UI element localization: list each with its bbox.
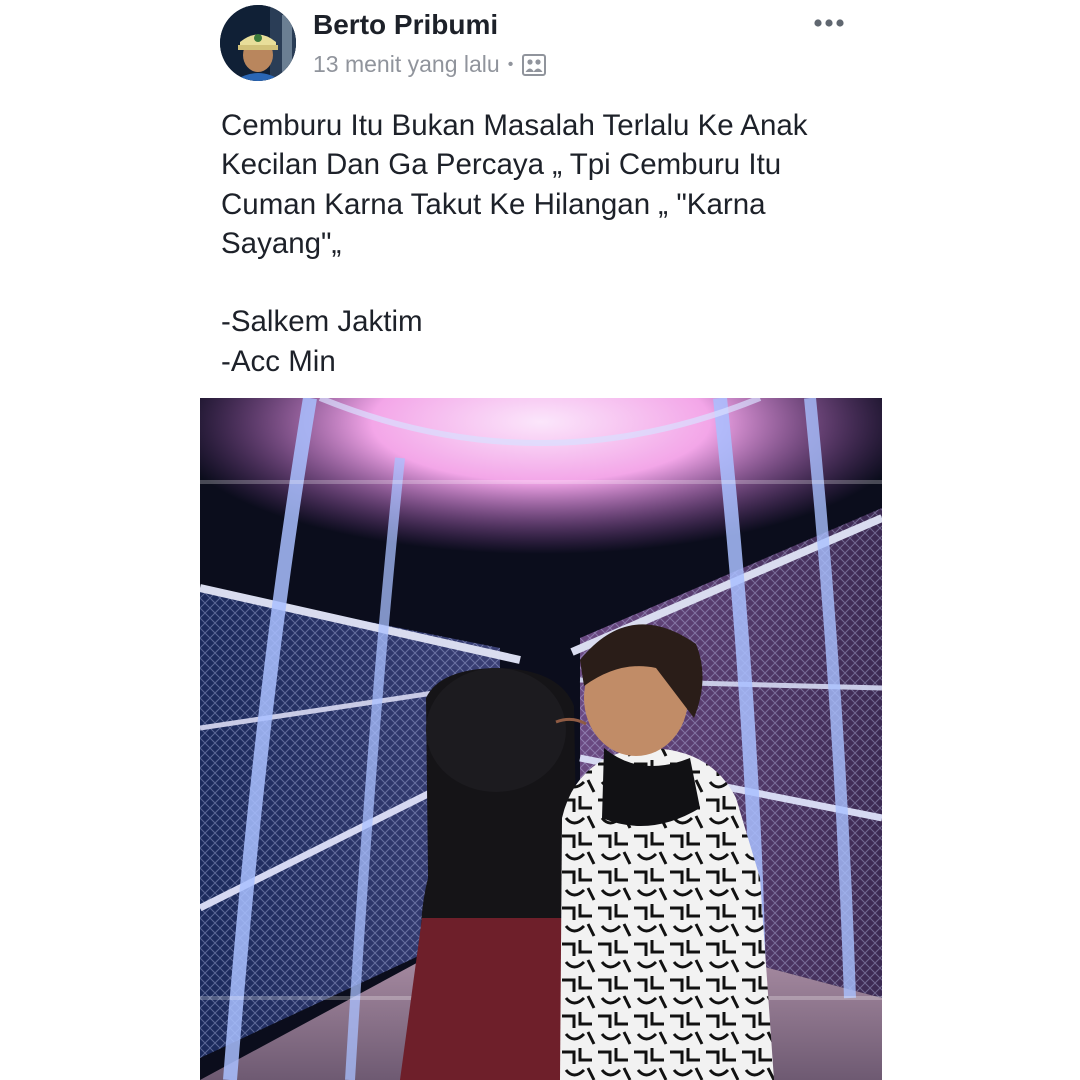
more-options-button[interactable] xyxy=(810,13,850,33)
facebook-post: Berto Pribumi 13 menit yang lalu • Cembu… xyxy=(200,0,882,1080)
post-text-line: Cemburu Itu Bukan Masalah Terlalu Ke Ana… xyxy=(221,109,808,142)
post-header: Berto Pribumi 13 menit yang lalu • xyxy=(220,5,880,85)
friends-icon[interactable] xyxy=(522,53,547,76)
post-text: Cemburu Itu Bukan Masalah Terlalu Ke Ana… xyxy=(221,106,861,381)
post-text-line: Sayang"„ xyxy=(221,226,342,260)
post-text-line: -Salkem Jaktim xyxy=(221,305,423,339)
avatar[interactable] xyxy=(220,5,296,81)
post-photo[interactable] xyxy=(200,398,882,1080)
post-text-line: Kecilan Dan Ga Percaya „ Tpi Cemburu Itu xyxy=(221,148,782,182)
post-text-line: Cuman Karna Takut Ke Hilangan „ "Karna xyxy=(221,187,766,221)
post-meta: 13 menit yang lalu • xyxy=(313,51,547,78)
meta-separator: • xyxy=(507,55,514,73)
post-text-blank-line xyxy=(221,263,861,302)
bridge-photo-image xyxy=(200,398,882,1080)
post-text-line: -Acc Min xyxy=(221,344,336,378)
post-timestamp[interactable]: 13 menit yang lalu xyxy=(313,51,500,78)
more-horizontal-icon xyxy=(814,19,844,27)
screenshot-page: Berto Pribumi 13 menit yang lalu • Cembu… xyxy=(0,0,1080,1080)
author-name[interactable]: Berto Pribumi xyxy=(313,9,498,41)
